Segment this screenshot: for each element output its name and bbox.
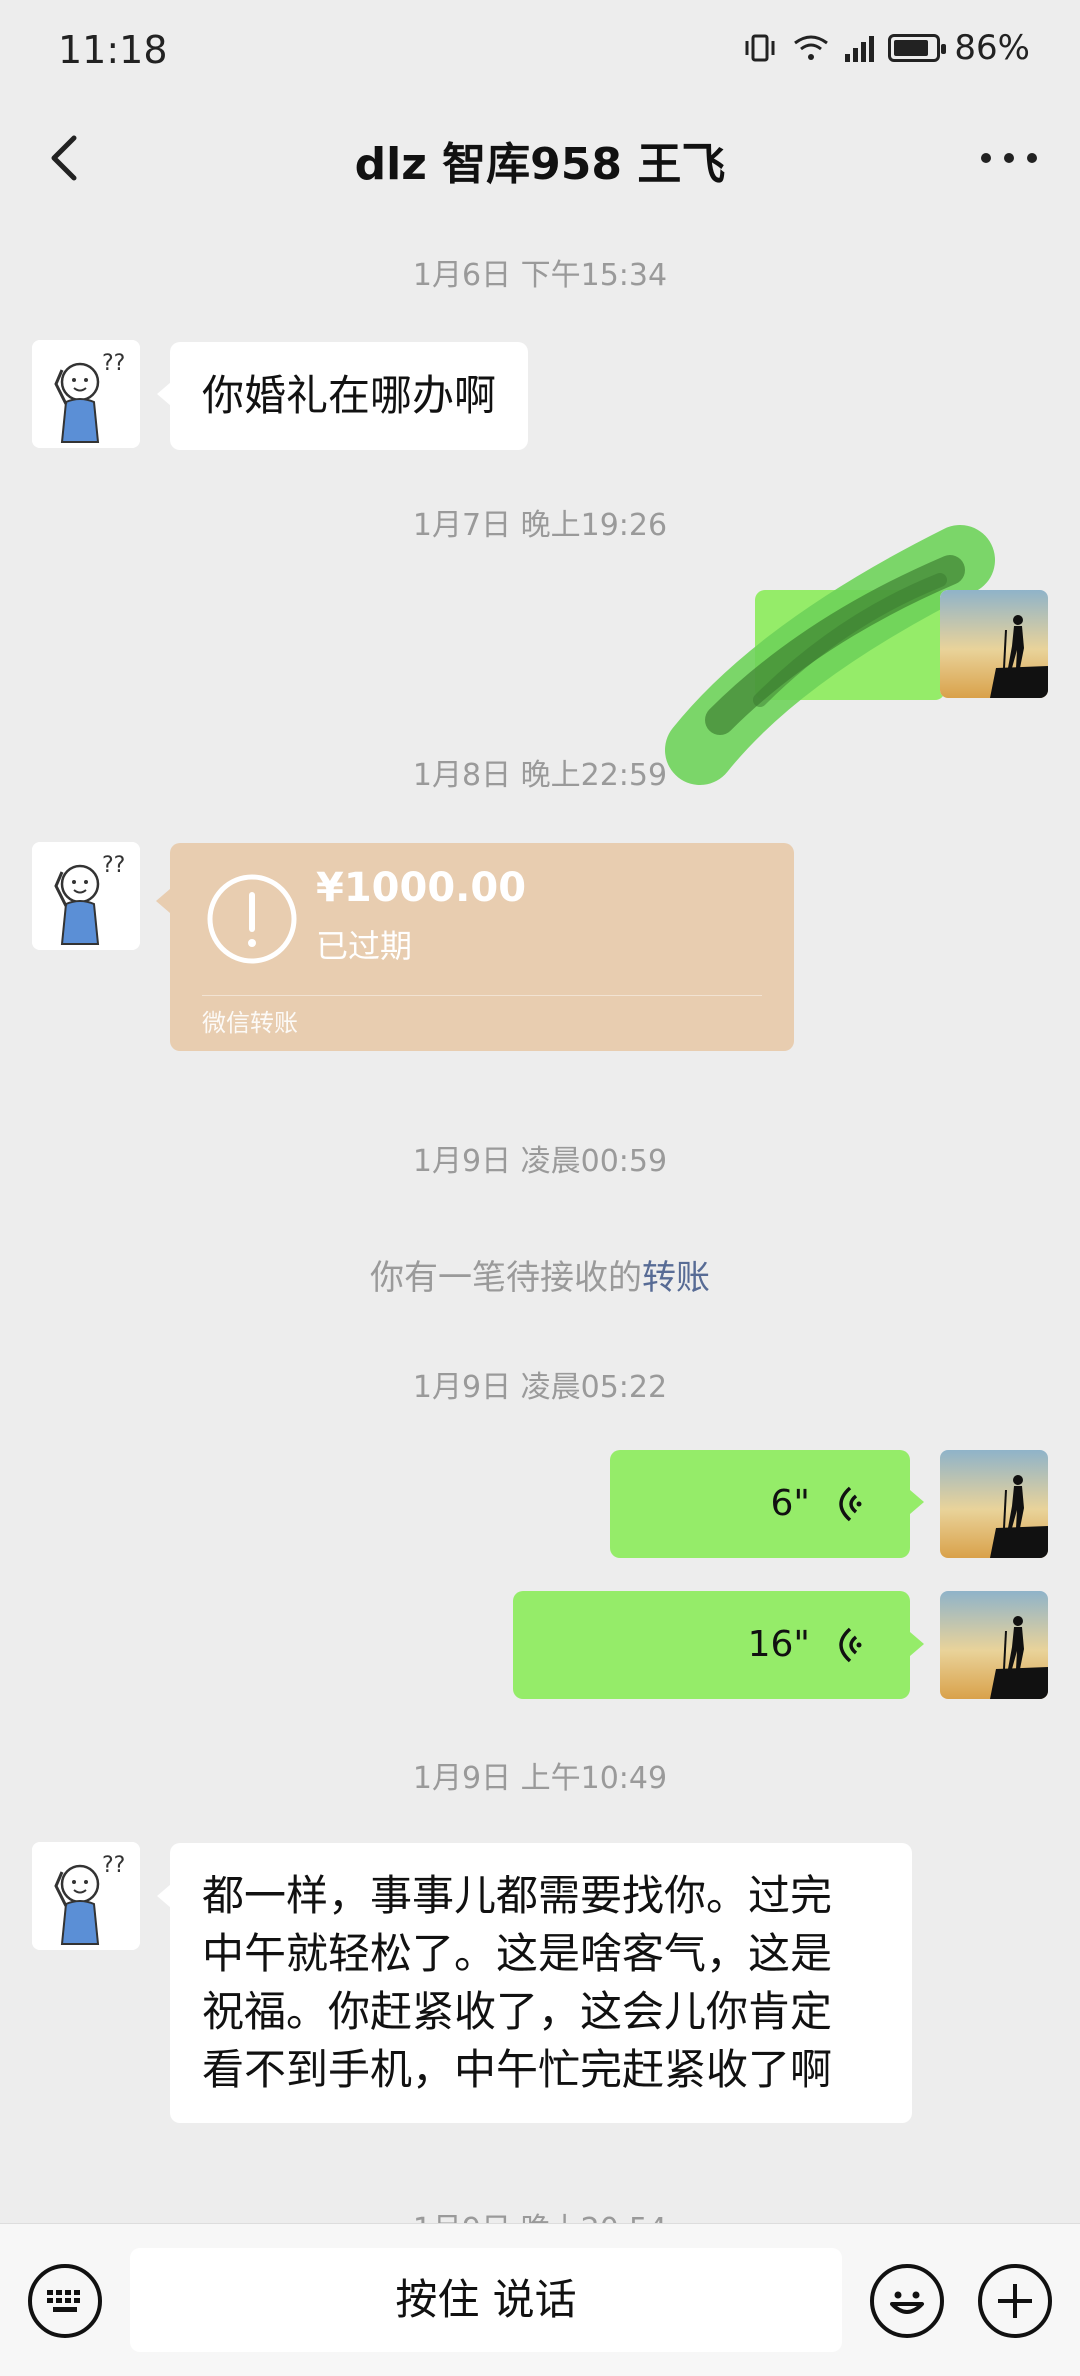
message-line: 看不到手机，中午忙完赶紧收了啊 <box>202 2045 833 2094</box>
wifi-icon <box>794 35 829 60</box>
svg-text:??: ?? <box>102 853 125 878</box>
message-text: 你婚礼在哪办啊 <box>202 371 497 420</box>
battery-percent: 86% <box>954 28 1030 68</box>
bubble-tail <box>910 1490 924 1514</box>
battery-icon <box>888 34 947 62</box>
system-message: 你有一笔待接收的转账 <box>0 1250 1080 1299</box>
voice-duration: 16" <box>747 1624 810 1665</box>
voice-message[interactable]: 16" <box>513 1591 910 1699</box>
more-icon <box>981 153 1037 163</box>
svg-text:??: ?? <box>102 1853 125 1878</box>
status-bar: 11:18 86% <box>0 0 1080 100</box>
hiker-sunset-avatar-icon <box>940 1591 1048 1699</box>
my-avatar[interactable] <box>940 1450 1048 1558</box>
voice-message[interactable]: 6" <box>610 1450 910 1558</box>
hold-to-talk-button[interactable]: 按住 说话 <box>130 2248 842 2352</box>
timestamp: 1月9日 上午10:49 <box>412 1761 668 1796</box>
transfer-card[interactable]: ¥1000.00 已过期 微信转账 <box>156 843 794 1051</box>
hiker-sunset-avatar-icon <box>940 590 1048 698</box>
transfer-amount: ¥1000.00 <box>316 865 527 911</box>
timestamp: 1月9日 凌晨05:22 <box>412 1370 668 1405</box>
divider <box>202 995 762 996</box>
more-actions-button[interactable] <box>978 2264 1052 2338</box>
contact-avatar[interactable]: ?? <box>32 842 140 950</box>
plus-icon <box>998 2284 1032 2318</box>
voice-wave-icon <box>839 1627 862 1663</box>
transfer-status: 已过期 <box>316 927 413 965</box>
message-bubble[interactable]: 你婚礼在哪办啊 <box>170 342 529 450</box>
cartoon-avatar-icon: ?? <box>32 842 140 950</box>
my-avatar[interactable] <box>940 1591 1048 1699</box>
keyboard-icon <box>47 2290 80 2312</box>
svg-text:??: ?? <box>102 351 125 376</box>
emoji-button[interactable] <box>870 2264 944 2338</box>
transfer-footer: 微信转账 <box>202 1009 298 1037</box>
chat-title: dlz 智库958 王飞 <box>354 139 726 190</box>
timestamp: 1月6日 下午15:34 <box>412 258 668 293</box>
cartoon-avatar-icon: ?? <box>32 1842 140 1950</box>
timestamp: 1月9日 凌晨00:59 <box>412 1144 668 1179</box>
status-icons: 86% <box>743 28 1030 68</box>
more-button[interactable] <box>974 128 1044 188</box>
signal-icon <box>845 34 875 62</box>
message-line: 祝福。你赶紧收了，这会儿你肯定 <box>202 1987 833 2036</box>
voice-duration: 6" <box>770 1483 810 1524</box>
input-bar: 按住 说话 <box>0 2223 1080 2376</box>
transfer-link[interactable]: 转账 <box>642 1258 710 1298</box>
bubble-tail <box>157 1884 171 1908</box>
message-line: 中午就轻松了。这是啥客气，这是 <box>202 1929 833 1978</box>
bubble-tail <box>910 1632 924 1656</box>
alert-icon <box>207 874 297 964</box>
system-message-text: 你有一笔待接收的 <box>370 1258 642 1298</box>
message-line: 都一样，事事儿都需要找你。过完 <box>202 1871 833 1920</box>
chat-header: dlz 智库958 王飞 <box>0 100 1080 218</box>
my-avatar[interactable] <box>940 590 1048 698</box>
message-bubble[interactable]: 都一样，事事儿都需要找你。过完 中午就轻松了。这是啥客气，这是 祝福。你赶紧收了… <box>170 1843 912 2123</box>
status-time: 11:18 <box>58 28 168 72</box>
contact-avatar[interactable]: ?? <box>32 1842 140 1950</box>
contact-avatar[interactable]: ?? <box>32 340 140 448</box>
hiker-sunset-avatar-icon <box>940 1450 1048 1558</box>
keyboard-button[interactable] <box>28 2264 102 2338</box>
vibrate-icon <box>745 34 775 62</box>
cartoon-avatar-icon: ?? <box>32 340 140 448</box>
timestamp: 1月8日 晚上22:59 <box>412 758 668 793</box>
bubble-tail <box>157 382 171 406</box>
bubble-tail <box>156 889 170 913</box>
emoji-icon <box>890 2291 924 2314</box>
voice-wave-icon <box>839 1486 862 1522</box>
